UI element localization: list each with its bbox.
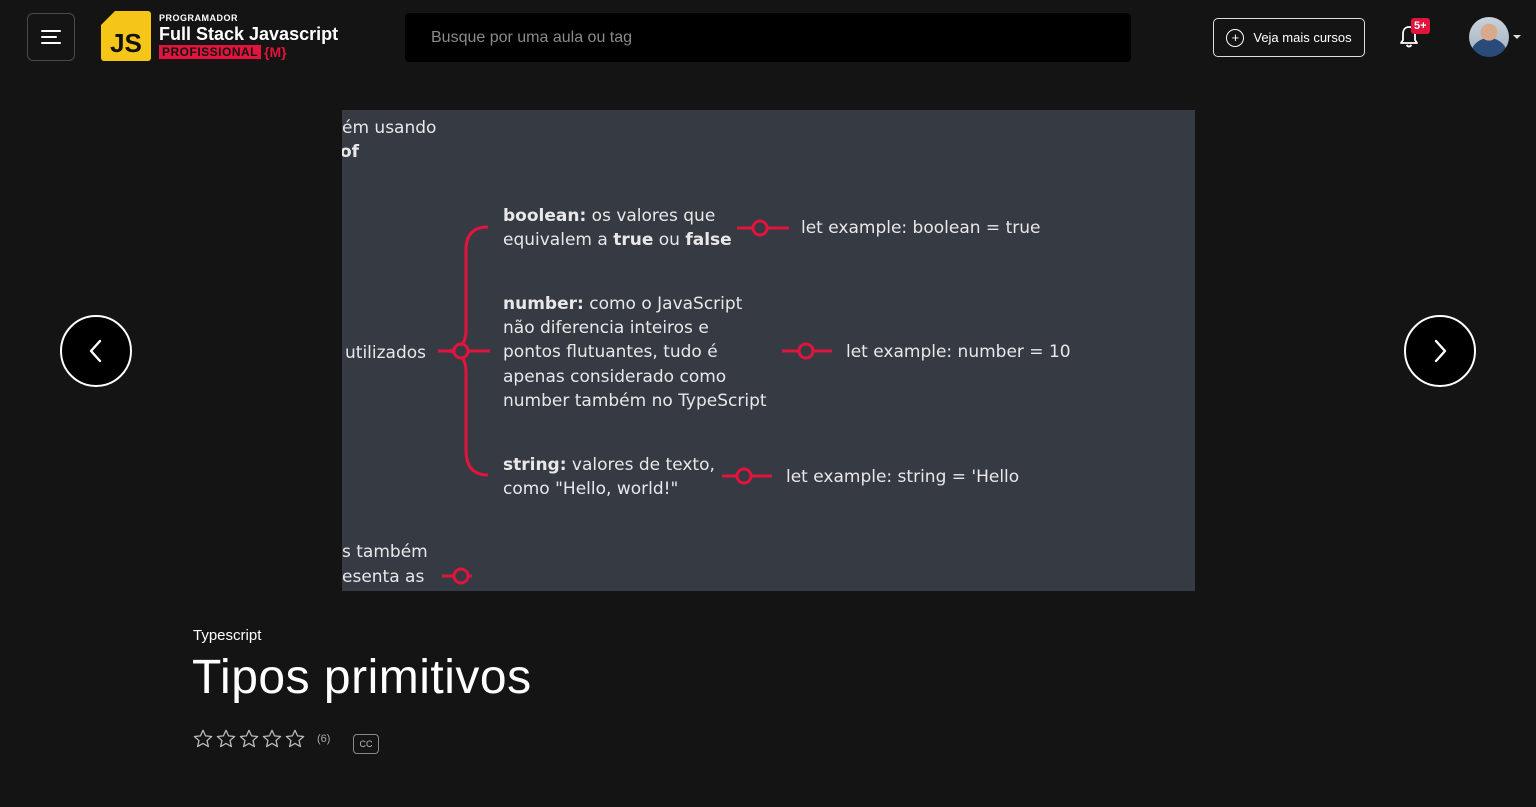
number-example: let example: number = 10 [846, 342, 1071, 362]
star-icon[interactable] [261, 728, 283, 750]
chevron-right-icon [1434, 339, 1447, 363]
notification-badge: 5+ [1411, 18, 1430, 34]
mindmap-slide: ém usando of utilizados s também esenta … [342, 118, 1071, 587]
chevron-down-icon[interactable] [1513, 35, 1521, 39]
rating-count: (6) [317, 733, 331, 745]
slide-fragment: s também [342, 542, 428, 562]
next-lesson-button[interactable] [1404, 315, 1476, 387]
logo-braces: {M} [264, 43, 287, 60]
slide-fragment: esenta as [342, 567, 424, 587]
number-desc-line1: number: como o JavaScript [503, 294, 743, 314]
chevron-left-icon [89, 339, 102, 363]
string-example: let example: string = 'Hello [786, 467, 1019, 487]
logo[interactable]: JS PROGRAMADOR Full Stack Javascript PRO… [101, 10, 338, 62]
logo-pro-tag: PROFISSIONAL [159, 44, 262, 59]
number-desc-line: apenas considerado como [503, 367, 726, 387]
menu-button[interactable] [27, 13, 75, 61]
search-bar [405, 13, 1131, 62]
slide-fragment: ém usando [342, 118, 436, 138]
lesson-title: Tipos primitivos [192, 651, 532, 704]
logo-text: PROGRAMADOR Full Stack Javascript PROFIS… [159, 12, 339, 60]
slide-fragment: utilizados [345, 343, 426, 363]
number-desc-line: number também no TypeScript [503, 391, 767, 411]
star-icon[interactable] [284, 728, 306, 750]
string-desc-line1: string: valores de texto, [503, 455, 715, 475]
star-icon[interactable] [192, 728, 214, 750]
logo-pro-row: PROFISSIONAL {M} [159, 43, 338, 60]
logo-small-text: PROGRAMADOR [159, 12, 238, 23]
hamburger-icon [41, 30, 61, 44]
search-input[interactable] [429, 27, 1107, 48]
plus-circle-icon: + [1226, 28, 1245, 47]
top-header: JS PROGRAMADOR Full Stack Javascript PRO… [0, 0, 1536, 76]
closed-captions-button[interactable]: CC [353, 734, 379, 754]
course-name[interactable]: Typescript [193, 627, 261, 644]
more-courses-label: Veja mais cursos [1253, 30, 1352, 45]
boolean-desc-line1: boolean: os valores que [503, 206, 715, 226]
star-icon[interactable] [238, 728, 260, 750]
previous-lesson-button[interactable] [60, 315, 132, 387]
boolean-example: let example: boolean = true [801, 218, 1040, 238]
star-icon[interactable] [215, 728, 237, 750]
logo-title: Full Stack Javascript [159, 23, 339, 44]
boolean-desc-line2: equivalem a true ou false [503, 230, 732, 250]
lesson-video-frame[interactable]: ém usando of utilizados s também esenta … [342, 110, 1195, 591]
js-logo-badge: JS [101, 11, 151, 61]
string-desc-line2: como "Hello, world!" [503, 479, 678, 499]
slide-fragment: of [342, 142, 360, 162]
avatar[interactable] [1469, 17, 1509, 57]
number-desc-line: não diferencia inteiros e [503, 318, 709, 338]
star-rating: (6) [192, 728, 330, 750]
number-desc-line: pontos flutuantes, tudo é [503, 342, 718, 362]
more-courses-button[interactable]: + Veja mais cursos [1213, 18, 1365, 57]
